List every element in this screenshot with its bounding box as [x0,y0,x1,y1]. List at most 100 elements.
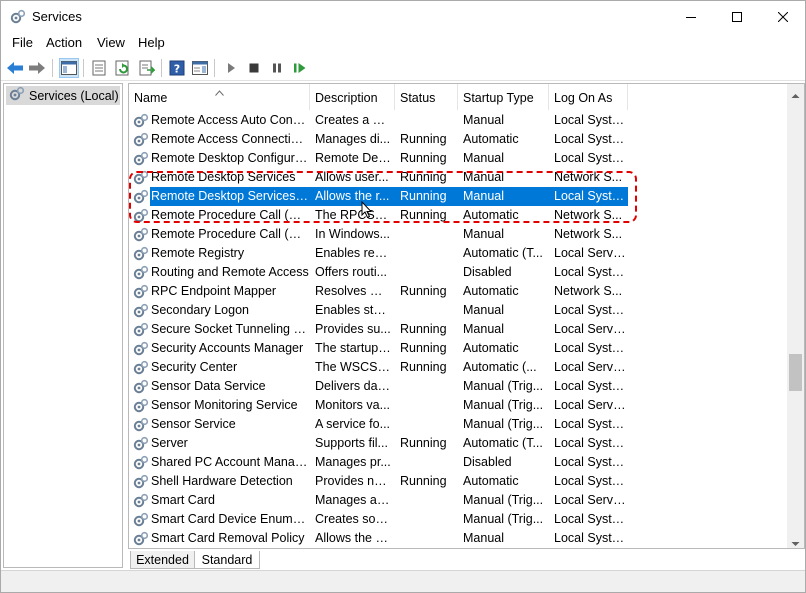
service-startup-type: Automatic [463,341,519,355]
service-name: Routing and Remote Access [151,265,309,279]
scroll-up-icon[interactable] [791,88,800,102]
service-description: The startup ... [315,341,391,355]
service-row[interactable]: Server Supports fil... Running Automatic (T… [129,434,629,453]
menu-file[interactable]: File [12,35,33,50]
service-startup-type: Automatic [463,284,519,298]
column-header-log-on-as[interactable]: Log On As [549,84,628,110]
back-arrow-icon[interactable] [5,58,25,78]
service-log-on-as: Local Service [554,493,628,507]
svg-text:?: ? [174,63,180,76]
service-log-on-as: Local Syste... [554,113,628,127]
view-tabs: Extended Standard [128,549,805,569]
scrollbar-thumb[interactable] [789,354,802,391]
service-startup-type: Manual [463,151,504,165]
list-header: Name Description Status Startup Type Log… [129,84,789,110]
minimize-button[interactable] [668,1,714,32]
toolbar-separator [83,59,84,77]
title-bar: Services [1,1,805,32]
stop-service-icon[interactable] [244,58,264,78]
service-row[interactable]: Routing and Remote Access Offers routi...… [129,263,629,282]
refresh-icon[interactable] [113,58,133,78]
menu-action[interactable]: Action [46,35,82,50]
service-log-on-as: Network S... [554,227,623,241]
service-startup-type: Automatic (T... [463,246,543,260]
service-startup-type: Manual (Trig... [463,379,544,393]
service-row[interactable]: Secondary Logon Enables star... Manual Loca… [129,301,629,320]
services-window: Services File Action View Help ? Service… [0,0,806,593]
toolbar-separator [52,59,53,77]
pause-service-icon[interactable] [267,58,287,78]
window-title: Services [32,9,82,24]
service-startup-type: Manual [463,113,504,127]
menu-view[interactable]: View [97,35,125,50]
service-row[interactable]: Remote Desktop Configurat... Remote Des..… [129,149,629,168]
service-name: Sensor Monitoring Service [151,398,298,412]
service-row[interactable]: Sensor Data Service Delivers dat... Manual… [129,377,629,396]
maximize-button[interactable] [714,1,760,32]
show-hide-action-pane-icon[interactable] [190,58,210,78]
service-row[interactable]: Shell Hardware Detection Provides no... Ru… [129,472,629,491]
service-row[interactable]: Remote Access Connection... Manages di...… [129,130,629,149]
service-name: Security Accounts Manager [151,341,304,355]
tab-standard[interactable]: Standard [194,551,260,569]
service-row[interactable]: Remote Access Auto Conne... Creates a co.… [129,111,629,130]
tree-item-services-local[interactable]: Services (Local) [6,86,120,105]
service-row[interactable]: Security Accounts Manager The startup ...… [129,339,629,358]
service-startup-type: Disabled [463,265,512,279]
service-name: Shared PC Account Manager [151,455,309,469]
service-row[interactable]: Shared PC Account Manager Manages pr... Di… [129,453,629,472]
service-description: Provides no... [315,474,391,488]
show-hide-console-tree-icon[interactable] [59,58,79,78]
service-log-on-as: Local Syste... [554,436,628,450]
service-row[interactable]: Security Center The WSCSV... Running Automa… [129,358,629,377]
service-startup-type: Manual [463,322,504,336]
properties-icon[interactable] [89,58,109,78]
menu-bar: File Action View Help [1,32,805,54]
service-description: Manages ac... [315,493,391,507]
service-row[interactable]: Smart Card Manages ac... Manual (Trig... Lo… [129,491,629,510]
service-startup-type: Automatic [463,132,519,146]
restart-service-icon[interactable] [290,58,310,78]
column-header-status[interactable]: Status [395,84,458,110]
service-name: Remote Procedure Call (RP... [151,227,309,241]
menu-help[interactable]: Help [138,35,165,50]
tree-item-label: Services (Local) [29,88,119,103]
tab-extended[interactable]: Extended [130,551,195,569]
service-row[interactable]: Remote Registry Enables rem... Automatic (… [129,244,629,263]
scroll-down-icon[interactable] [791,536,800,550]
service-description: Remote Des... [315,151,391,165]
close-button[interactable] [760,1,806,32]
column-header-startup-type[interactable]: Startup Type [458,84,549,110]
service-description: Resolves RP... [315,284,391,298]
service-row[interactable]: Smart Card Removal Policy Allows the s...… [129,529,629,548]
service-name: Smart Card Device Enumera... [151,512,309,526]
service-status: Running [400,151,447,165]
vertical-scrollbar[interactable] [787,84,804,548]
service-log-on-as: Local Service [554,246,628,260]
service-row[interactable]: Sensor Monitoring Service Monitors va... M… [129,396,629,415]
service-log-on-as: Local Syste... [554,151,628,165]
start-service-icon[interactable] [221,58,241,78]
service-log-on-as: Local Syste... [554,512,628,526]
service-log-on-as: Local Service [554,322,628,336]
gears-icon [10,9,26,25]
service-log-on-as: Local Syste... [554,341,628,355]
service-row[interactable]: Remote Procedure Call (RP... In Windows..… [129,225,629,244]
service-row[interactable]: Secure Socket Tunneling Pr... Provides su… [129,320,629,339]
service-log-on-as: Local Syste... [554,531,628,545]
service-startup-type: Manual [463,227,504,241]
export-list-icon[interactable] [137,58,157,78]
column-header-description[interactable]: Description [310,84,395,110]
service-row[interactable]: Sensor Service A service fo... Manual (Tri… [129,415,629,434]
console-tree: Services (Local) [3,83,123,568]
service-startup-type: Manual [463,531,504,545]
service-row[interactable]: RPC Endpoint Mapper Resolves RP... Running… [129,282,629,301]
help-icon[interactable]: ? [167,58,187,78]
column-header-name[interactable]: Name [129,84,310,110]
service-log-on-as: Local Syste... [554,379,628,393]
service-row[interactable]: Smart Card Device Enumera... Creates soft… [129,510,629,529]
forward-arrow-icon[interactable] [27,58,47,78]
service-gear-icon [133,531,149,548]
service-status: Running [400,341,447,355]
service-name: Smart Card [151,493,215,507]
